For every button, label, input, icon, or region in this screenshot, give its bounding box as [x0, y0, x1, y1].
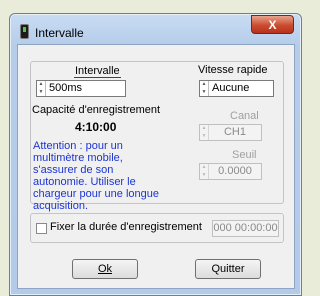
capacity-value: 4:10:00: [75, 120, 117, 134]
window-title: Intervalle: [35, 26, 84, 40]
fast-speed-label: Vitesse rapide: [198, 64, 268, 76]
spin-up-icon: ▲: [201, 164, 207, 170]
channel-spinner: ▲ ▼: [200, 125, 209, 140]
interval-input[interactable]: ▲ ▼ 500ms: [36, 80, 126, 97]
threshold-input[interactable]: ▲ ▼ 0.0000: [199, 163, 262, 180]
settings-group: Intervalle ▲ ▼ 500ms Vitesse rapide ▲ ▼ …: [30, 61, 284, 212]
threshold-spinner: ▲ ▼: [200, 164, 209, 179]
fast-speed-select[interactable]: ▲ ▼ Aucune: [199, 80, 274, 97]
fixed-duration-checkbox[interactable]: [36, 223, 47, 234]
spin-down-icon[interactable]: ▼: [37, 89, 45, 97]
close-button[interactable]: X: [251, 15, 294, 34]
spin-down-icon[interactable]: ▼: [200, 89, 208, 97]
multimeter-icon: [21, 25, 28, 38]
spin-up-icon: ▲: [201, 125, 207, 131]
dialog-client-area: Intervalle ▲ ▼ 500ms Vitesse rapide ▲ ▼ …: [17, 44, 295, 289]
fast-speed-spinner[interactable]: ▲ ▼: [200, 81, 209, 96]
spin-down-icon: ▼: [201, 132, 207, 139]
spin-down-icon: ▼: [201, 171, 207, 178]
duration-input[interactable]: 000 00:00:00: [212, 220, 279, 237]
title-bar[interactable]: Intervalle X: [10, 14, 301, 43]
quit-button[interactable]: Quitter: [195, 259, 261, 279]
ok-button[interactable]: Ok: [72, 259, 138, 279]
spin-up-icon[interactable]: ▲: [200, 81, 208, 89]
channel-label: Canal: [230, 110, 259, 122]
warning-text: Attention : pour un multimètre mobile, s…: [33, 140, 159, 212]
duration-group: Fixer la durée d'enregistrement 000 00:0…: [30, 213, 284, 243]
channel-input[interactable]: ▲ ▼ CH1: [199, 124, 262, 141]
dialog-window: Intervalle X Intervalle ▲ ▼ 500ms Vitess…: [9, 13, 302, 296]
interval-label: Intervalle: [74, 65, 121, 78]
capacity-label: Capacité d'enregistrement: [32, 104, 161, 116]
threshold-label: Seuil: [232, 149, 257, 161]
interval-spinner[interactable]: ▲ ▼: [37, 81, 46, 96]
spin-up-icon[interactable]: ▲: [37, 81, 45, 89]
fixed-duration-label[interactable]: Fixer la durée d'enregistrement: [50, 221, 202, 233]
